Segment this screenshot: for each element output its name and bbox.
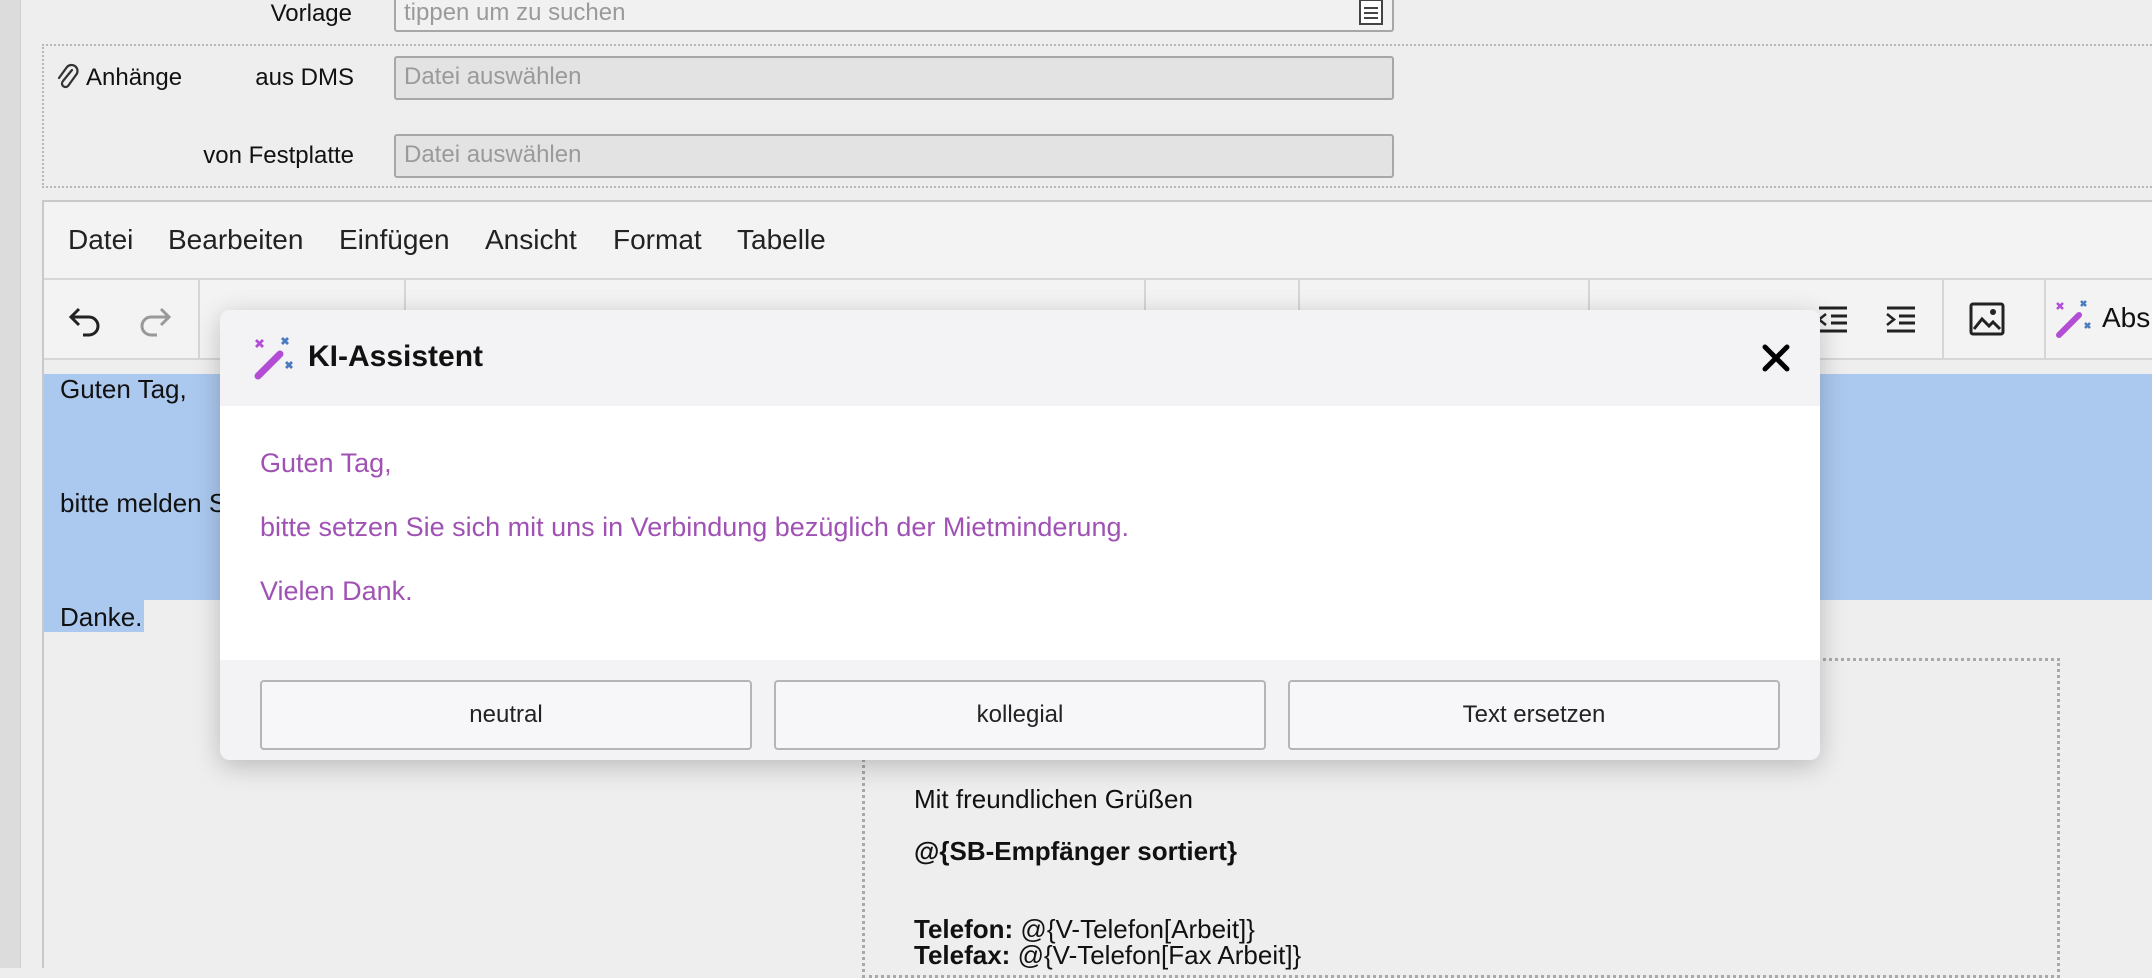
menu-ansicht[interactable]: Ansicht xyxy=(485,224,577,256)
toolbar-separator xyxy=(198,280,200,358)
image-icon[interactable] xyxy=(1962,294,2012,344)
dialog-title: KI-Assistent xyxy=(308,340,484,373)
signature-recipient: @{SB-Empfänger sortiert} xyxy=(914,836,1237,866)
signature-fax: Telefax: @{V-Telefon[Fax Arbeit]} xyxy=(914,940,1301,971)
fax-label: Telefax: xyxy=(914,940,1011,970)
magic-wand-icon[interactable] xyxy=(2048,294,2098,344)
dialog-footer: neutral kollegial Text ersetzen xyxy=(220,660,1820,760)
vorlage-label: Vorlage xyxy=(270,0,352,27)
disk-label: von Festplatte xyxy=(203,142,354,169)
content-closing: Danke. xyxy=(60,602,143,632)
dms-placeholder: Datei auswählen xyxy=(404,63,582,90)
neutral-button[interactable]: neutral xyxy=(260,680,752,750)
paperclip-icon xyxy=(56,62,80,92)
ai-text-greeting: Guten Tag, xyxy=(260,448,392,478)
ai-assistant-dialog: KI-Assistent Guten Tag, bitte setzen Sie… xyxy=(220,310,1820,760)
indent-icon[interactable] xyxy=(1876,294,1926,344)
fax-value: @{V-Telefon[Fax Arbeit]} xyxy=(1017,940,1302,970)
dialog-body: Guten Tag, bitte setzen Sie sich mit uns… xyxy=(220,406,1820,660)
ai-assistant-button-label[interactable]: Abs xyxy=(2102,302,2150,334)
template-list-icon[interactable] xyxy=(1354,0,1388,26)
undo-icon[interactable] xyxy=(60,294,110,344)
left-panel-edge xyxy=(0,0,21,968)
vorlage-placeholder: tippen um zu suchen xyxy=(404,0,626,26)
editor-menubar: Datei Bearbeiten Einfügen Ansicht Format… xyxy=(44,202,2152,280)
menu-einfuegen[interactable]: Einfügen xyxy=(339,224,450,256)
close-icon[interactable] xyxy=(1754,336,1798,380)
kollegial-button[interactable]: kollegial xyxy=(774,680,1266,750)
signature-greeting: Mit freundlichen Grüßen xyxy=(914,784,1193,814)
ai-text-body: bitte setzen Sie sich mit uns in Verbind… xyxy=(260,512,1129,542)
toolbar-separator xyxy=(1942,280,1944,358)
dms-label: aus DMS xyxy=(255,64,354,91)
menu-format[interactable]: Format xyxy=(613,224,702,256)
ai-text-closing: Vielen Dank. xyxy=(260,576,413,606)
disk-placeholder: Datei auswählen xyxy=(404,141,582,168)
replace-text-button[interactable]: Text ersetzen xyxy=(1288,680,1780,750)
menu-tabelle[interactable]: Tabelle xyxy=(737,224,826,256)
dms-file-input[interactable]: Datei auswählen xyxy=(394,56,1394,100)
redo-icon[interactable] xyxy=(130,294,180,344)
attachments-label: Anhänge xyxy=(86,64,183,91)
menu-bearbeiten[interactable]: Bearbeiten xyxy=(168,224,303,256)
vorlage-search-input[interactable]: tippen um zu suchen xyxy=(394,0,1394,32)
toolbar-separator xyxy=(2044,280,2046,358)
content-body: bitte melden S xyxy=(60,488,227,518)
magic-wand-icon xyxy=(250,334,298,382)
disk-file-input[interactable]: Datei auswählen xyxy=(394,134,1394,178)
dialog-header: KI-Assistent xyxy=(220,310,1820,406)
content-greeting: Guten Tag, xyxy=(60,374,187,404)
menu-datei[interactable]: Datei xyxy=(68,224,133,256)
